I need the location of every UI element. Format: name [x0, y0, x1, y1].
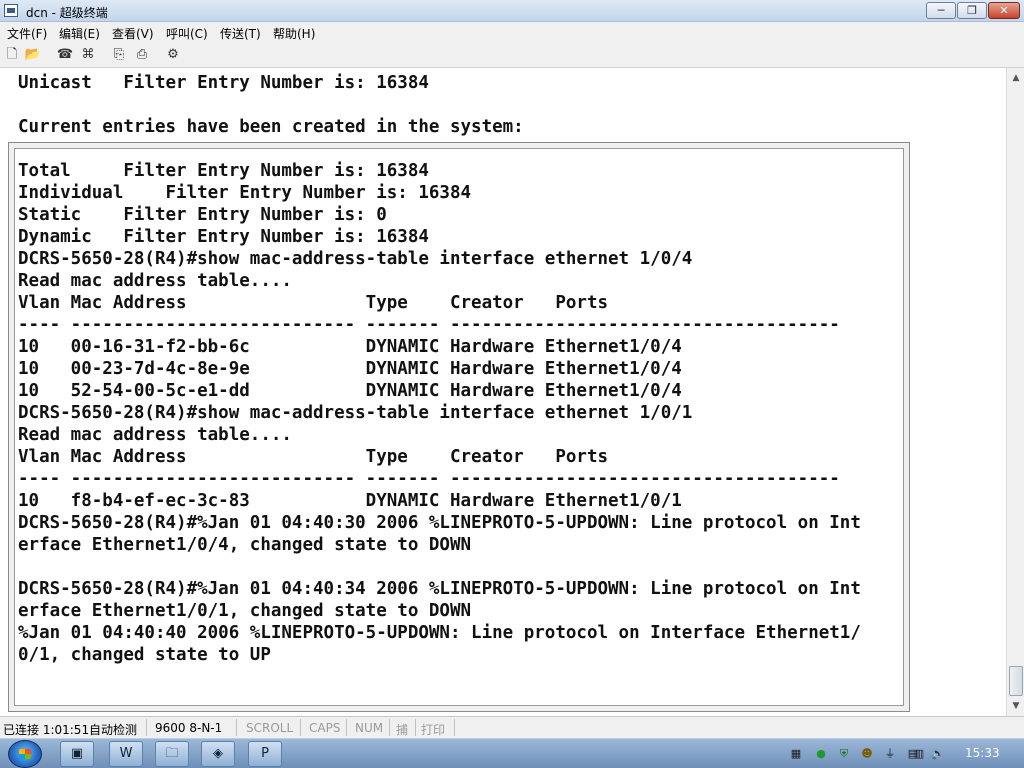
menu-bar: 文件(F) 编辑(E) 查看(V) 呼叫(C) 传送(T) 帮助(H) [0, 22, 1024, 42]
scroll-thumb[interactable] [1009, 666, 1023, 696]
scroll-down-icon[interactable]: ▼ [1008, 698, 1024, 714]
status-separator [236, 719, 237, 736]
taskbar-clock[interactable]: 15:33 [965, 746, 1000, 760]
taskbar-explorer-icon[interactable]: ▣ [60, 741, 94, 767]
status-connection: 已连接 1:01:51 [3, 723, 90, 737]
start-button[interactable] [8, 740, 42, 768]
taskbar-word-icon[interactable]: W [109, 741, 143, 767]
tray-people-icon[interactable]: ☻ [860, 747, 874, 761]
terminal-line: 10 f8-b4-ef-ec-3c-83 DYNAMIC Hardware Et… [18, 491, 682, 511]
terminal-line: 10 00-23-7d-4c-8e-9e DYNAMIC Hardware Et… [18, 359, 682, 379]
tray-shield-icon[interactable]: ⛨ [837, 747, 851, 761]
terminal-line: ---- --------------------------- -------… [18, 315, 840, 335]
menu-transfer[interactable]: 传送(T) [220, 25, 261, 42]
status-baud: 9600 8-N-1 [155, 721, 223, 735]
menu-file[interactable]: 文件(F) [7, 25, 47, 42]
menu-view[interactable]: 查看(V) [112, 25, 154, 42]
terminal-line: 0/1, changed state to UP [18, 645, 271, 665]
terminal-line: Current entries have been created in the… [18, 117, 524, 137]
close-button[interactable]: ✕ [988, 2, 1020, 19]
terminal-line: Dynamic Filter Entry Number is: 16384 [18, 227, 429, 247]
taskbar-app-icon[interactable]: ◈ [201, 741, 235, 767]
status-bar: 已连接 1:01:51 自动检测 9600 8-N-1 SCROLL CAPS … [0, 716, 1024, 738]
terminal-line: Unicast Filter Entry Number is: 16384 [18, 73, 429, 93]
terminal-line: Vlan Mac Address Type Creator Ports [18, 293, 609, 313]
tray-green-icon[interactable]: ● [814, 747, 828, 761]
terminal-line: %Jan 01 04:40:40 2006 %LINEPROTO-5-UPDOW… [18, 623, 861, 643]
status-caps: CAPS [309, 721, 341, 735]
title-bar: dcn - 超级终端 ─ ❐ ✕ [0, 0, 1024, 22]
status-separator [454, 719, 455, 736]
status-capture: 捕 [396, 723, 409, 737]
properties-icon[interactable]: ⚙ [164, 46, 182, 64]
status-separator [415, 719, 416, 736]
receive-icon[interactable]: ⎙ [133, 46, 151, 64]
taskbar: ▣ W 🗀 ◈ P ▦ ● ⛨ ☻ ⏚ ▤ ▥ 🔈 15:33 [0, 738, 1024, 768]
status-num: NUM [355, 721, 384, 735]
terminal-line: 10 52-54-00-5c-e1-dd DYNAMIC Hardware Et… [18, 381, 682, 401]
terminal-line: erface Ethernet1/0/4, changed state to D… [18, 535, 472, 555]
status-separator [346, 719, 347, 736]
taskbar-powerpoint-icon[interactable]: P [248, 741, 282, 767]
terminal-line: DCRS-5650-28(R4)#show mac-address-table … [18, 249, 693, 269]
terminal-line: erface Ethernet1/0/1, changed state to D… [18, 601, 472, 621]
menu-call[interactable]: 呼叫(C) [166, 25, 208, 42]
status-detect: 自动检测 [89, 723, 138, 737]
terminal-line: DCRS-5650-28(R4)#show mac-address-table … [18, 403, 693, 423]
status-print: 打印 [421, 723, 446, 737]
menu-help[interactable]: 帮助(H) [273, 25, 315, 42]
status-separator [300, 719, 301, 736]
terminal-area[interactable]: Unicast Filter Entry Number is: 16384 Cu… [0, 68, 1006, 716]
terminal-line: Static Filter Entry Number is: 0 [18, 205, 387, 225]
tray-volume-icon[interactable]: 🔈 [931, 747, 945, 761]
tray-media-icon[interactable]: ▦ [789, 747, 803, 761]
status-separator [146, 719, 147, 736]
taskbar-folder-icon[interactable]: 🗀 [155, 741, 189, 767]
terminal-line: Individual Filter Entry Number is: 16384 [18, 183, 472, 203]
maximize-button[interactable]: ❐ [957, 2, 987, 19]
terminal-line: DCRS-5650-28(R4)#%Jan 01 04:40:30 2006 %… [18, 513, 861, 533]
terminal-line: Total Filter Entry Number is: 16384 [18, 161, 429, 181]
tray-usb-icon[interactable]: ⏚ [883, 747, 897, 761]
window-title: dcn - 超级终端 [26, 6, 108, 20]
toolbar: 🗋 📂 ☎ ⌘ ⎘ ⎙ ⚙ [0, 42, 1024, 68]
scroll-up-icon[interactable]: ▲ [1008, 70, 1024, 86]
new-file-icon[interactable]: 🗋 [3, 46, 21, 64]
menu-edit[interactable]: 编辑(E) [59, 25, 100, 42]
status-scroll: SCROLL [246, 721, 294, 735]
status-separator [389, 719, 390, 736]
terminal-line: 10 00-16-31-f2-bb-6c DYNAMIC Hardware Et… [18, 337, 682, 357]
open-folder-icon[interactable]: 📂 [24, 46, 42, 64]
minimize-button[interactable]: ─ [926, 2, 956, 19]
terminal-line: Read mac address table.... [18, 425, 292, 445]
phone-icon[interactable]: ☎ [56, 46, 74, 64]
vertical-scrollbar[interactable]: ▲ ▼ [1006, 68, 1024, 716]
tray-network-icon[interactable]: ▥ [912, 747, 926, 761]
terminal-line: Vlan Mac Address Type Creator Ports [18, 447, 609, 467]
terminal-line: ---- --------------------------- -------… [18, 469, 840, 489]
app-icon[interactable] [4, 4, 18, 17]
disconnect-icon[interactable]: ⌘ [79, 46, 97, 64]
terminal-line: DCRS-5650-28(R4)#%Jan 01 04:40:34 2006 %… [18, 579, 861, 599]
terminal-line: Read mac address table.... [18, 271, 292, 291]
send-icon[interactable]: ⎘ [110, 46, 128, 64]
